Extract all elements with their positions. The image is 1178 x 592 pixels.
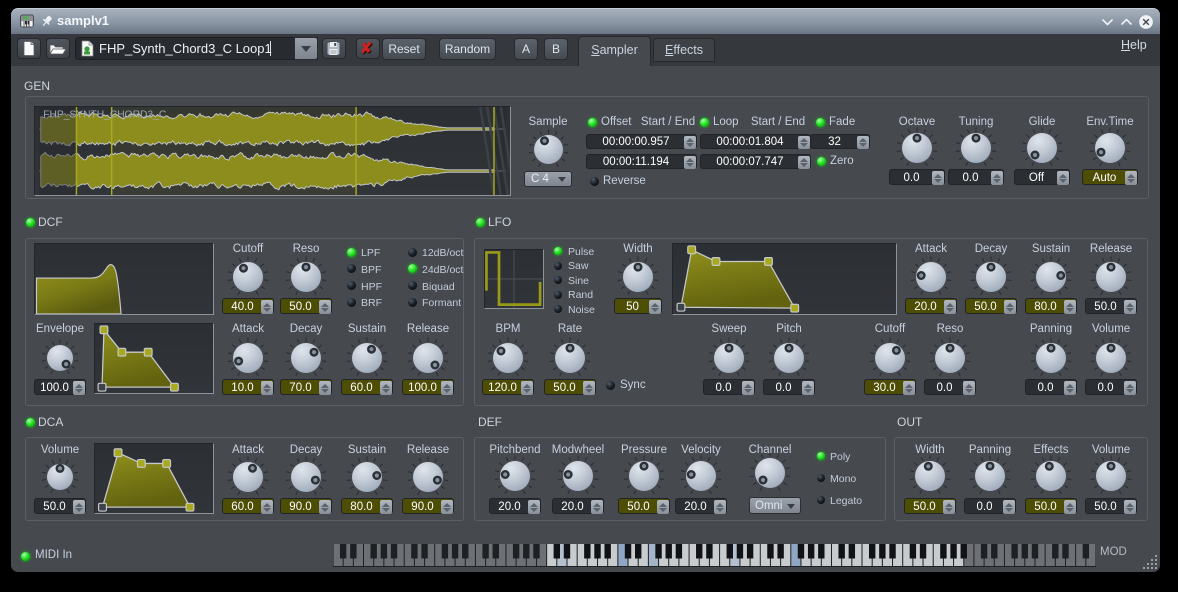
svg-text:FHP_SYNTH_CHORD3_C: FHP_SYNTH_CHORD3_C [43, 110, 167, 121]
